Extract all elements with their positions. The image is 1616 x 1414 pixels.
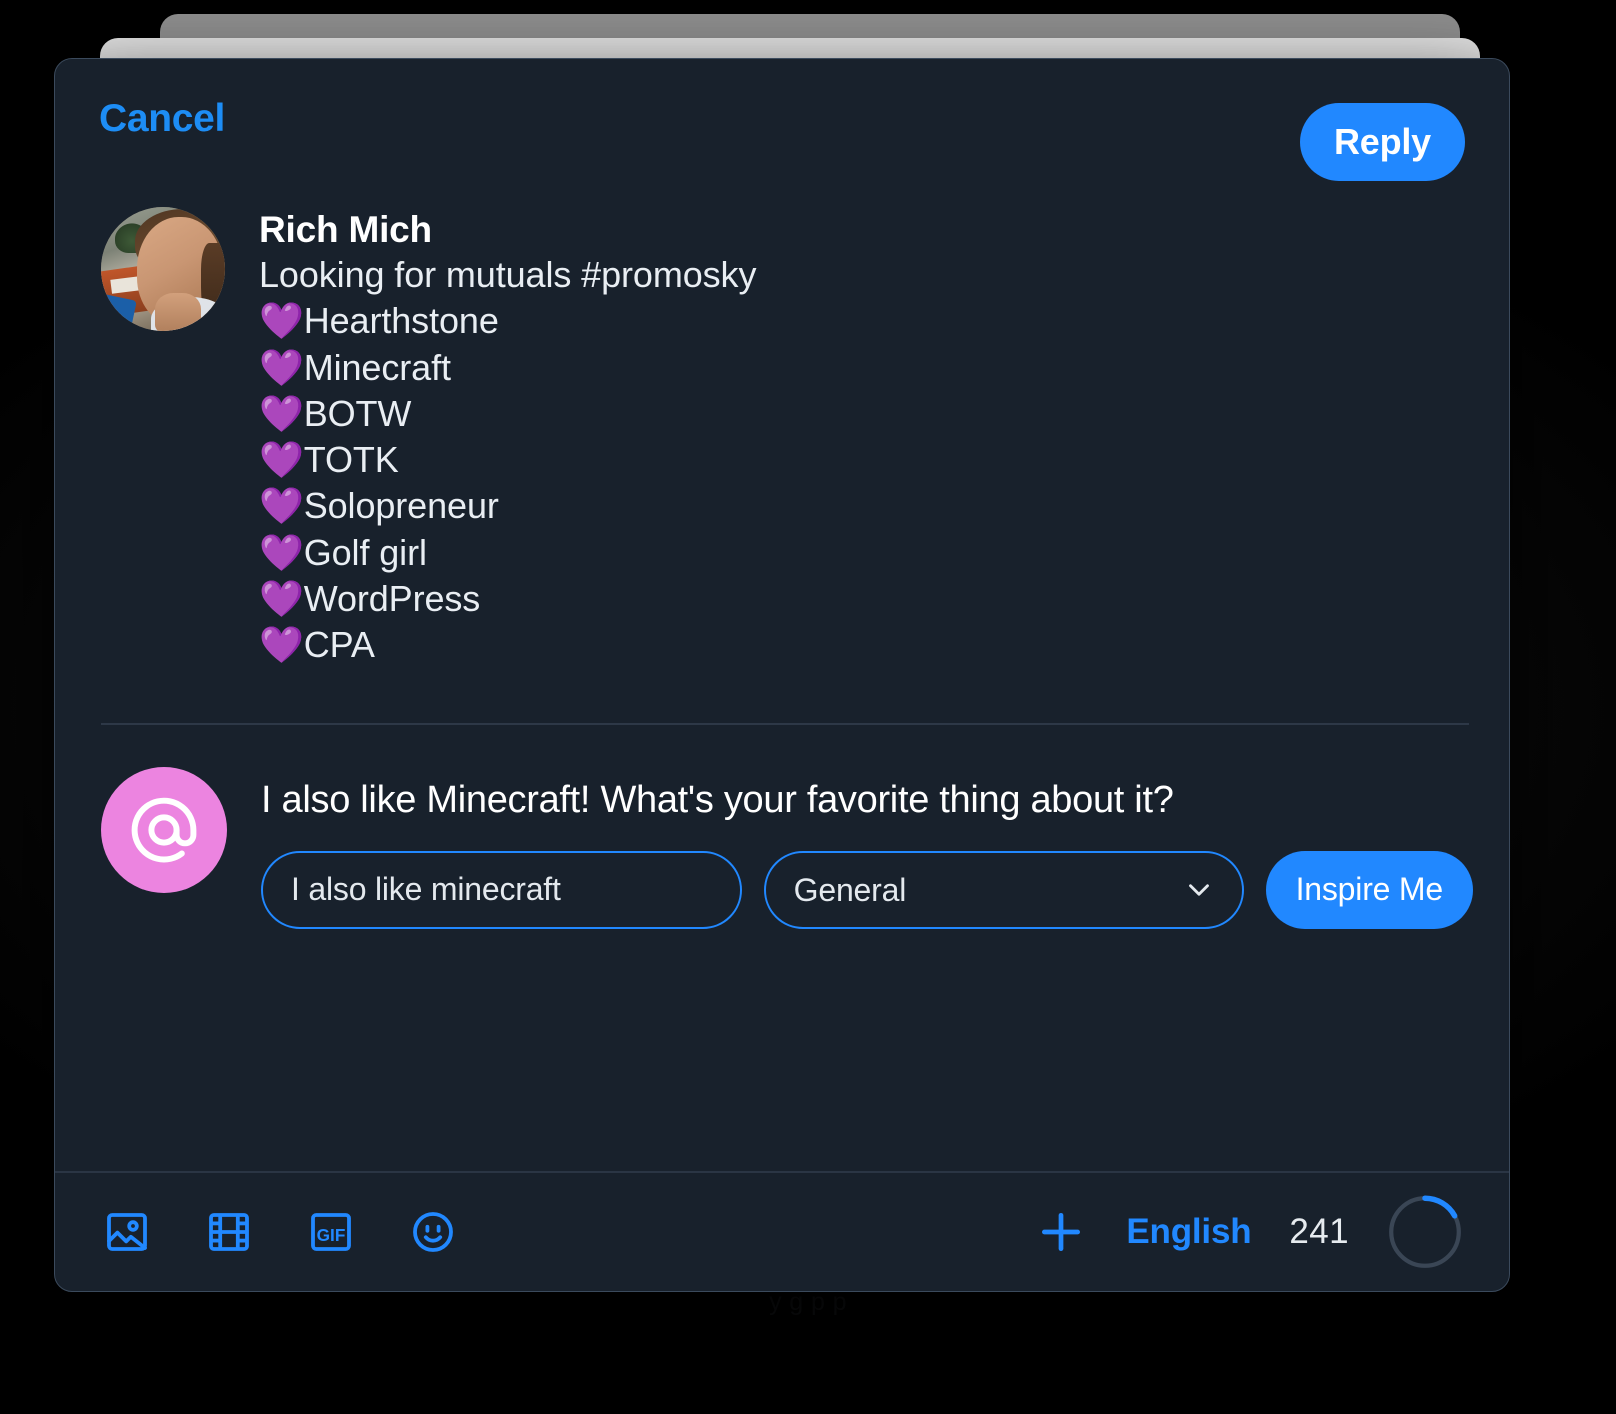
bottom-toolbar-right: English 241 bbox=[1034, 1194, 1463, 1270]
character-progress-ring bbox=[1388, 1195, 1462, 1269]
at-symbol-avatar bbox=[101, 767, 227, 893]
post-line: 💜Minecraft bbox=[259, 346, 451, 388]
post-line: Looking for mutuals #promosky bbox=[259, 254, 757, 296]
screen-root: y g p p Cancel Reply Rich Mich Looking f… bbox=[0, 0, 1616, 1414]
post-line: 💜Golf girl bbox=[259, 531, 427, 573]
reply-composer: I also like Minecraft! What's your favor… bbox=[101, 767, 1473, 929]
image-icon[interactable] bbox=[101, 1206, 153, 1258]
author-name: Rich Mich bbox=[259, 209, 432, 250]
post-line: 💜TOTK bbox=[259, 439, 399, 481]
post-line: 💜Solopreneur bbox=[259, 485, 499, 527]
reply-text: I also like Minecraft! What's your favor… bbox=[261, 779, 1174, 821]
svg-text:GIF: GIF bbox=[317, 1225, 346, 1245]
quoted-post-body: Rich Mich Looking for mutuals #promosky … bbox=[259, 207, 1469, 668]
post-line: 💜Hearthstone bbox=[259, 300, 499, 342]
tone-select[interactable]: General bbox=[763, 850, 1244, 929]
character-count: 241 bbox=[1289, 1212, 1349, 1251]
composer-body: I also like Minecraft! What's your favor… bbox=[261, 767, 1473, 929]
bottom-toolbar: GIF English 241 bbox=[55, 1173, 1509, 1291]
avatar bbox=[101, 207, 225, 331]
emoji-icon[interactable] bbox=[407, 1206, 459, 1258]
gif-icon[interactable]: GIF bbox=[305, 1206, 357, 1258]
language-button[interactable]: English bbox=[1126, 1212, 1251, 1252]
cancel-button[interactable]: Cancel bbox=[99, 97, 225, 141]
modal-header: Cancel Reply bbox=[55, 59, 1509, 191]
background-ghost-text: y g p p bbox=[769, 1288, 847, 1316]
composer-controls: General Inspire Me bbox=[261, 850, 1473, 929]
plus-icon[interactable] bbox=[1034, 1205, 1088, 1259]
post-line: 💜WordPress bbox=[259, 577, 481, 619]
video-icon[interactable] bbox=[203, 1206, 255, 1258]
media-tools: GIF bbox=[101, 1206, 459, 1258]
post-line: 💜BOTW bbox=[259, 392, 412, 434]
inspire-me-button[interactable]: Inspire Me bbox=[1265, 850, 1473, 929]
reply-composer-modal: Cancel Reply Rich Mich Looking for mutua… bbox=[54, 58, 1510, 1292]
reply-button[interactable]: Reply bbox=[1299, 103, 1465, 181]
tone-select-wrapper: General bbox=[763, 850, 1244, 929]
post-line: 💜CPA bbox=[259, 624, 375, 666]
quoted-post: Rich Mich Looking for mutuals #promosky … bbox=[101, 207, 1469, 668]
prompt-input[interactable] bbox=[261, 850, 742, 929]
section-divider bbox=[101, 723, 1469, 725]
